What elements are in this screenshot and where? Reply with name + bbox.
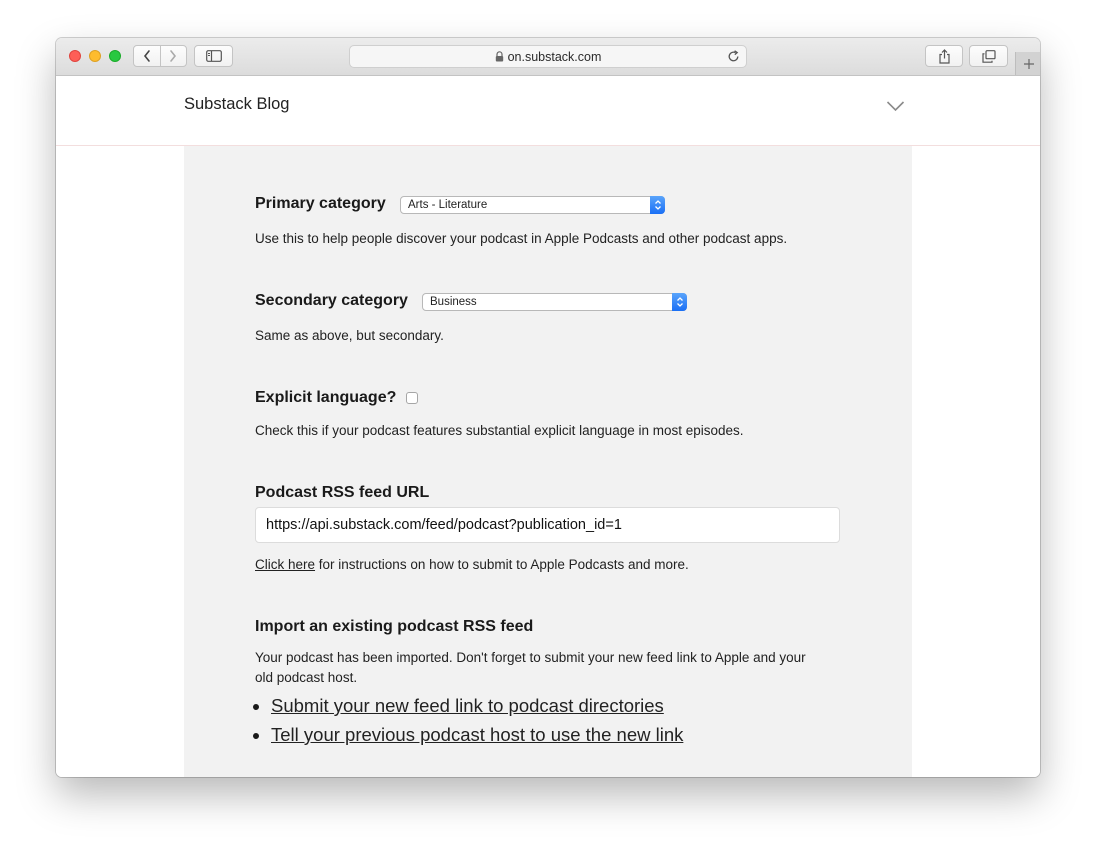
address-bar[interactable]: on.substack.com xyxy=(349,45,747,68)
explicit-language-label: Explicit language? xyxy=(255,389,397,406)
sidebar-icon xyxy=(205,50,222,62)
import-message-line1: Your podcast has been imported. Don't fo… xyxy=(255,650,806,665)
history-nav-group xyxy=(133,45,187,67)
url-text: on.substack.com xyxy=(507,49,602,64)
secondary-category-value: Business xyxy=(430,296,477,308)
explicit-language-help: Check this if your podcast features subs… xyxy=(255,423,744,438)
rss-feed-help: Click here for instructions on how to su… xyxy=(255,557,689,572)
import-next-steps-list: Submit your new feed link to podcast dir… xyxy=(255,691,683,749)
primary-category-help: Use this to help people discover your po… xyxy=(255,231,788,246)
import-message-line2: old podcast host. xyxy=(255,670,358,685)
instructions-link[interactable]: Click here xyxy=(255,557,315,572)
list-item: Tell your previous podcast host to use t… xyxy=(271,720,683,749)
reload-button[interactable] xyxy=(727,50,740,68)
browser-window: on.substack.com Substack Blog Primary ca… xyxy=(56,38,1040,777)
site-header: Substack Blog xyxy=(56,76,1040,146)
share-icon xyxy=(938,48,950,64)
forward-button[interactable] xyxy=(161,46,187,66)
primary-category-value: Arts - Literature xyxy=(408,199,488,211)
tabs-overview-icon xyxy=(981,49,996,63)
select-stepper-icon xyxy=(650,196,665,214)
submit-feed-link[interactable]: Submit your new feed link to podcast dir… xyxy=(271,695,664,716)
rss-feed-url-input[interactable]: https://api.substack.com/feed/podcast?pu… xyxy=(255,507,840,543)
select-stepper-icon xyxy=(672,293,687,311)
rss-feed-label: Podcast RSS feed URL xyxy=(255,484,430,501)
plus-icon xyxy=(1023,58,1034,69)
rss-feed-help-text: for instructions on how to submit to App… xyxy=(315,557,689,572)
close-window-button[interactable] xyxy=(69,50,81,62)
explicit-language-checkbox[interactable] xyxy=(406,392,418,404)
secondary-category-select[interactable]: Business xyxy=(422,293,687,311)
address-bar-content: on.substack.com xyxy=(350,46,746,67)
chevron-down-icon xyxy=(886,101,905,112)
chevron-right-icon xyxy=(170,50,177,62)
import-feed-label: Import an existing podcast RSS feed xyxy=(255,618,534,635)
back-button[interactable] xyxy=(134,46,160,66)
minimize-window-button[interactable] xyxy=(89,50,101,62)
zoom-window-button[interactable] xyxy=(109,50,121,62)
new-tab-button[interactable] xyxy=(1015,52,1040,75)
share-button[interactable] xyxy=(925,45,963,67)
secondary-category-label: Secondary category xyxy=(255,292,408,309)
primary-category-select[interactable]: Arts - Literature xyxy=(400,196,665,214)
reload-icon xyxy=(728,50,739,62)
secondary-category-help: Same as above, but secondary. xyxy=(255,328,444,343)
notify-previous-host-link[interactable]: Tell your previous podcast host to use t… xyxy=(271,724,683,745)
list-item: Submit your new feed link to podcast dir… xyxy=(271,691,683,720)
sidebar-toggle-button[interactable] xyxy=(194,45,233,67)
primary-category-label: Primary category xyxy=(255,195,386,212)
browser-toolbar: on.substack.com xyxy=(56,38,1040,76)
site-title[interactable]: Substack Blog xyxy=(184,95,289,114)
chevron-left-icon xyxy=(143,50,150,62)
header-menu-toggle[interactable] xyxy=(886,99,905,117)
lock-icon xyxy=(495,51,503,62)
show-tabs-button[interactable] xyxy=(969,45,1008,67)
podcast-settings-panel: Primary category Arts - Literature Use t… xyxy=(184,146,912,777)
page-content: Substack Blog Primary category Arts - Li… xyxy=(56,76,1040,777)
